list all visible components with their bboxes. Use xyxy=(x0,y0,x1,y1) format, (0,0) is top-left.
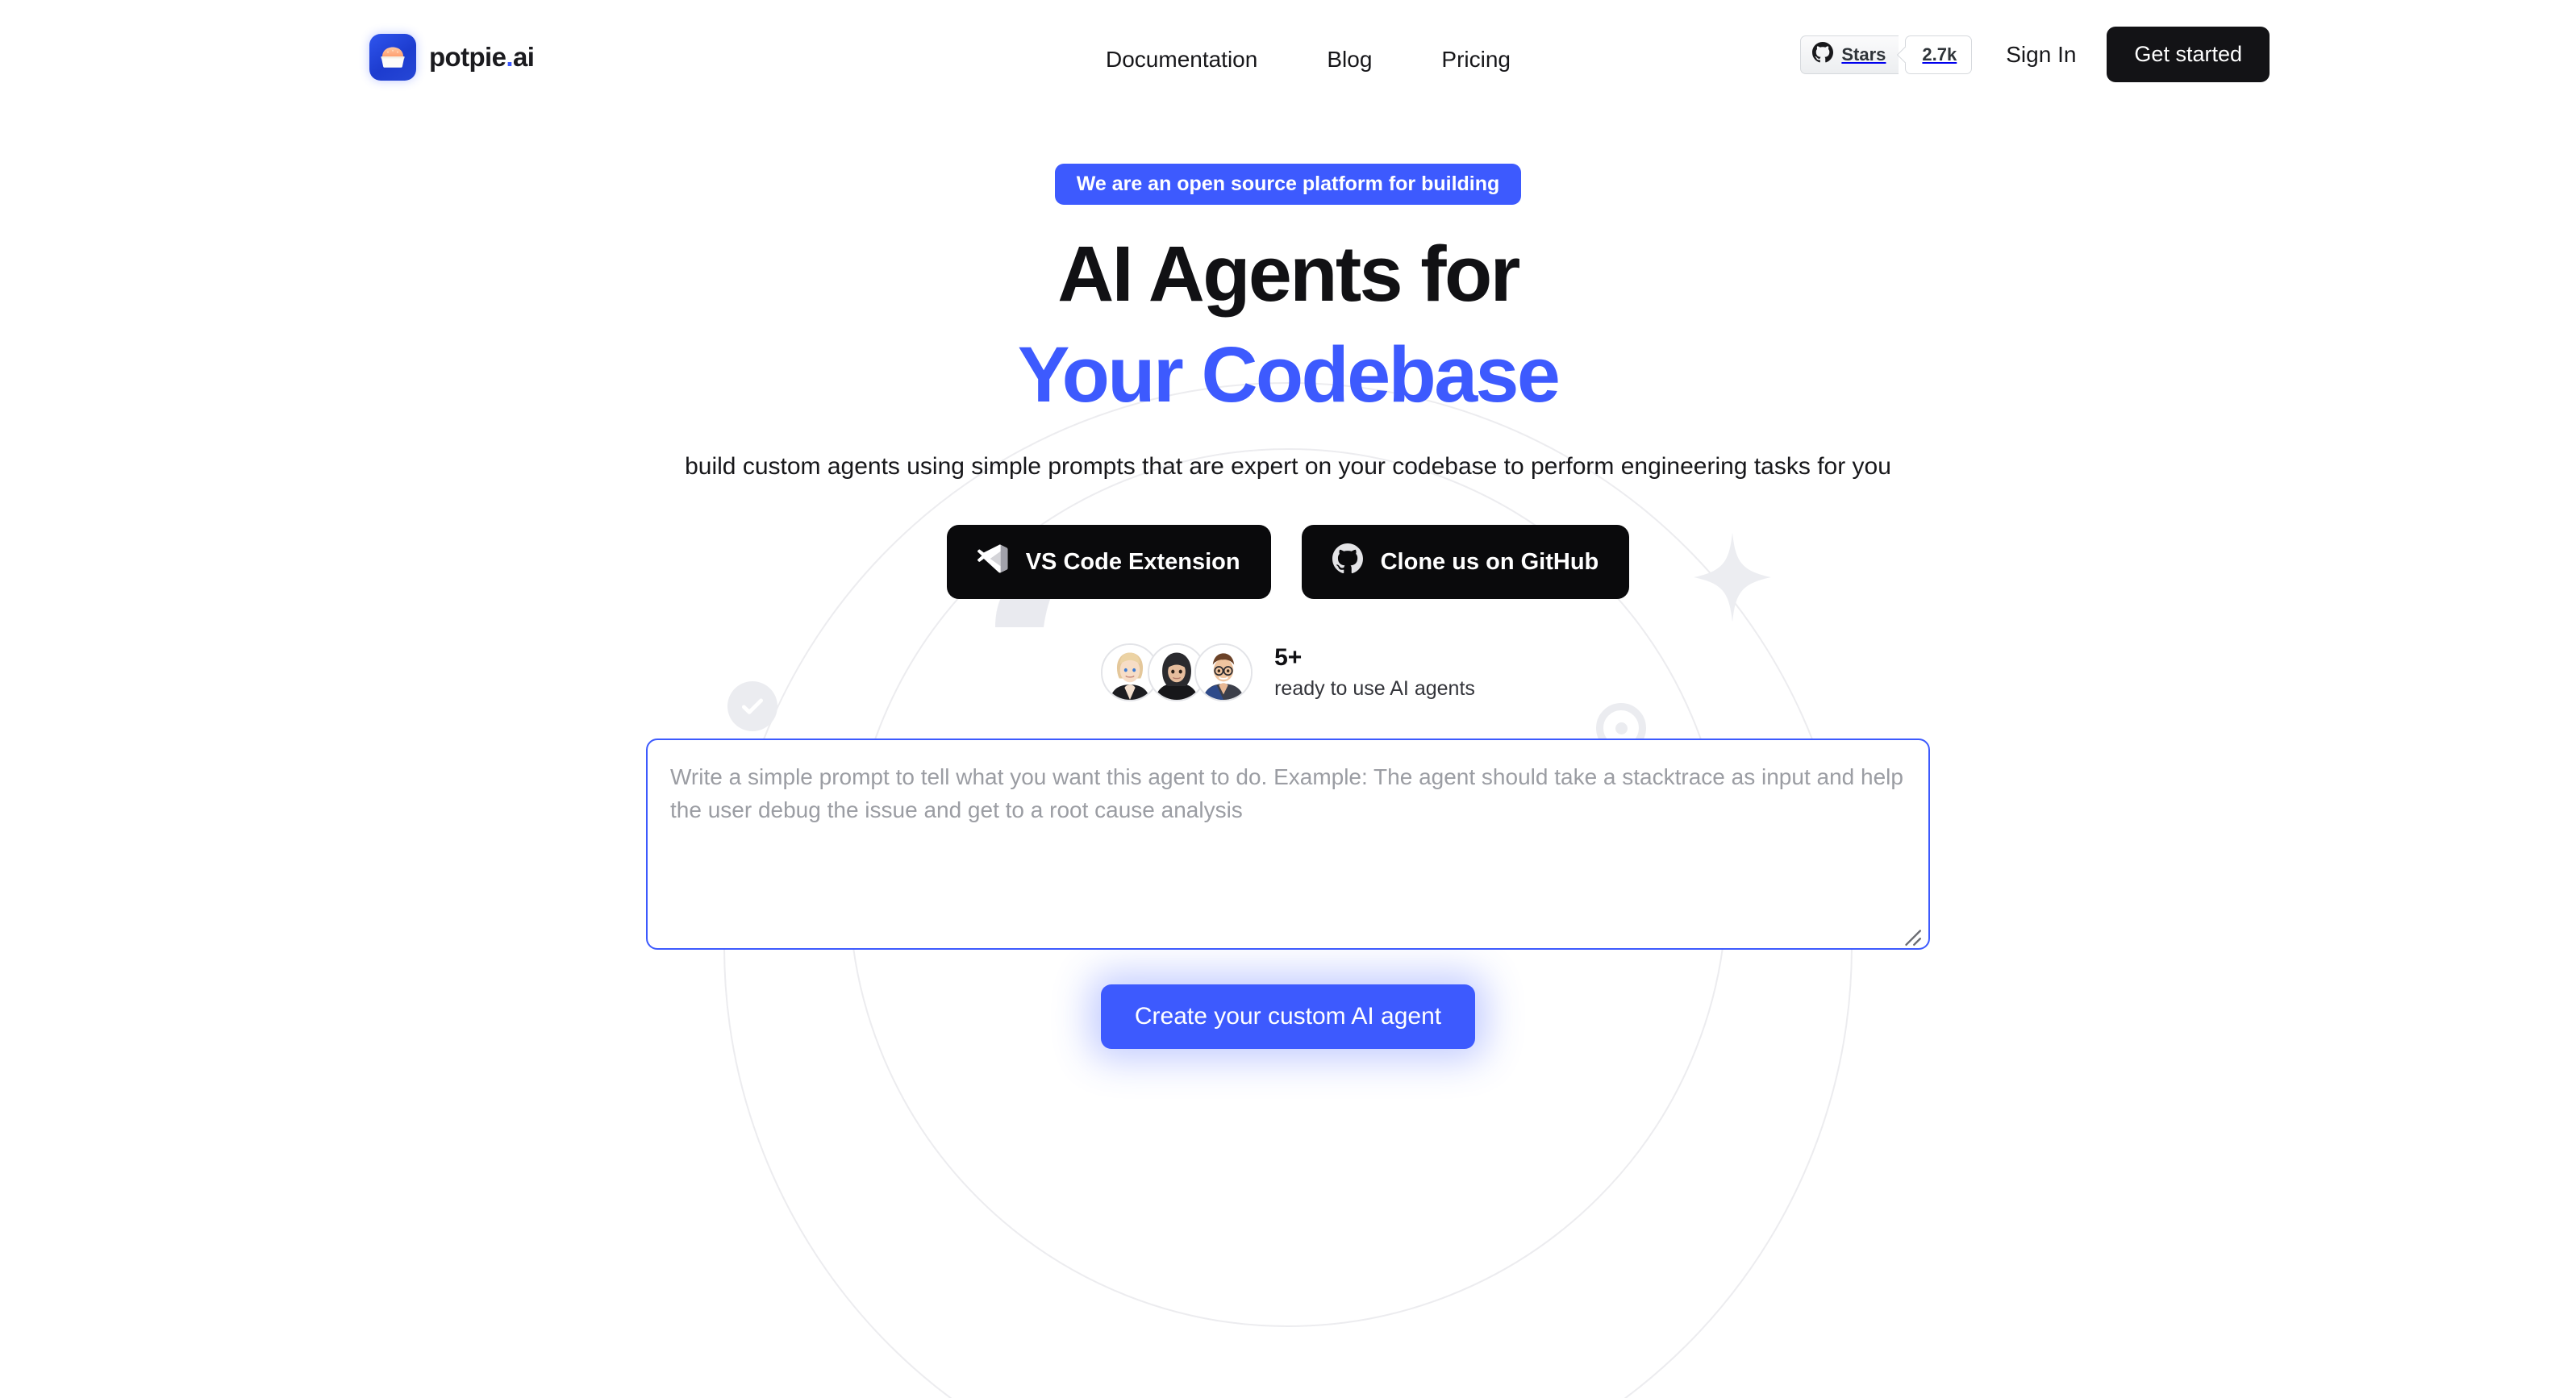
header-actions: Stars 2.7k Sign In Get started xyxy=(1800,27,2270,82)
page-title-accent: Your Codebase xyxy=(1017,330,1561,418)
vs-code-extension-button[interactable]: VS Code Extension xyxy=(946,525,1271,600)
hero-section: We are an open source platform for build… xyxy=(0,0,2576,1050)
open-source-badge: We are an open source platform for build… xyxy=(1054,164,1522,205)
agent-prompt-input[interactable] xyxy=(646,739,1930,951)
github-stars-badge[interactable]: Stars 2.7k xyxy=(1800,35,1973,74)
clone-on-github-label: Clone us on GitHub xyxy=(1380,548,1599,575)
agent-count: 5+ xyxy=(1274,644,1303,672)
github-stars-label-group: Stars xyxy=(1800,35,1899,74)
hero-cta-row: VS Code Extension Clone us on GitHub xyxy=(946,525,1630,600)
github-icon xyxy=(1812,41,1834,68)
social-proof-text: 5+ ready to use AI agents xyxy=(1274,644,1475,701)
social-proof: 5+ ready to use AI agents xyxy=(1101,643,1475,702)
hero-subtitle: build custom agents using simple prompts… xyxy=(685,453,1891,481)
site-header: potpie.ai Documentation Blog Pricing Sta… xyxy=(0,0,2576,123)
sign-in-link[interactable]: Sign In xyxy=(2006,42,2076,68)
page-title: AI Agents for xyxy=(1057,230,1520,318)
vscode-icon xyxy=(977,543,1008,580)
avatar-glasses-man xyxy=(1194,643,1253,702)
github-stars-text: Stars xyxy=(1841,44,1886,64)
avatar-group xyxy=(1101,643,1253,702)
potpie-logo-icon xyxy=(369,34,416,81)
main-navigation: Documentation Blog Pricing xyxy=(1106,47,1511,73)
get-started-button[interactable]: Get started xyxy=(2107,27,2270,82)
prompt-input-wrapper xyxy=(646,739,1930,954)
landing-page: potpie.ai Documentation Blog Pricing Sta… xyxy=(0,0,2576,1398)
create-agent-button[interactable]: Create your custom AI agent xyxy=(1100,984,1476,1050)
nav-blog[interactable]: Blog xyxy=(1327,47,1372,73)
github-stars-count: 2.7k xyxy=(1905,35,1973,74)
nav-documentation[interactable]: Documentation xyxy=(1106,47,1257,73)
brand-dot: . xyxy=(506,42,513,72)
brand-logo-link[interactable]: potpie.ai xyxy=(369,34,535,81)
clone-on-github-button[interactable]: Clone us on GitHub xyxy=(1301,525,1630,600)
vs-code-extension-label: VS Code Extension xyxy=(1025,548,1240,575)
nav-pricing[interactable]: Pricing xyxy=(1441,47,1511,73)
brand-name: potpie.ai xyxy=(429,42,535,72)
github-icon xyxy=(1332,543,1363,580)
agent-count-label: ready to use AI agents xyxy=(1274,677,1475,701)
